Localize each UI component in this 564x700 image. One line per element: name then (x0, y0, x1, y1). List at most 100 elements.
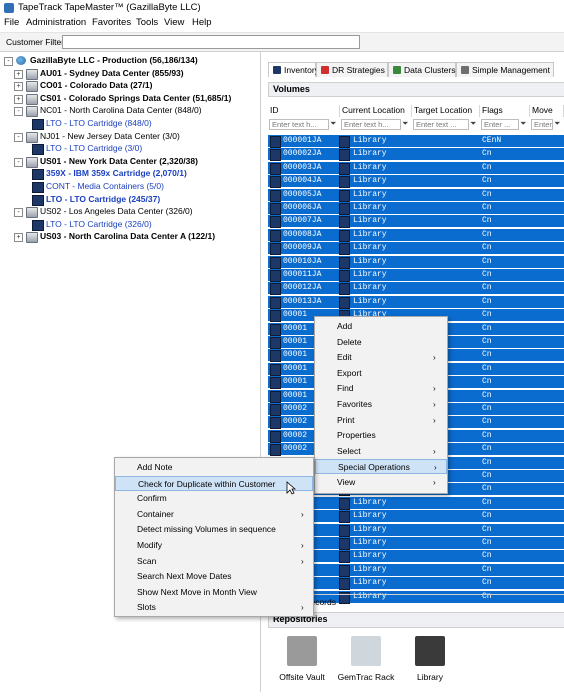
menu-item-export[interactable]: Export (315, 366, 447, 381)
column-header[interactable]: ID (268, 105, 340, 117)
library-icon (339, 511, 350, 524)
tree-node[interactable]: CONT - Media Containers (5/0) (2, 181, 258, 193)
menu-item-special-operations[interactable]: Special Operations › (315, 459, 447, 475)
tree-node[interactable]: LTO - LTO Cartridge (848/0) (2, 118, 258, 130)
tree-node[interactable]: - US01 - New York Data Center (2,320/38) (2, 156, 258, 168)
tree-node[interactable]: + US03 - North Carolina Data Center A (12… (2, 231, 258, 244)
column-header[interactable]: Move (530, 105, 564, 117)
menu-item-scan[interactable]: Scan › (115, 554, 313, 569)
column-filter-input[interactable]: Enter t... (531, 119, 553, 130)
menu-help[interactable]: Help (192, 17, 212, 28)
tree-node-label: LTO - LTO Cartridge (326/0) (46, 218, 152, 229)
menu-item-search-next-move-dates[interactable]: Search Next Move Dates (115, 569, 313, 584)
menu-item-container[interactable]: Container › (115, 507, 313, 522)
table-row[interactable]: 000012JA Library Cn (268, 282, 564, 296)
tree-node[interactable]: LTO - LTO Cartridge (3/0) (2, 143, 258, 156)
menu-favorites[interactable]: Favorites (92, 17, 131, 28)
tree-node[interactable]: + CS01 - Colorado Springs Data Center (51… (2, 93, 258, 105)
table-row[interactable]: 000006JA Library Cn (268, 202, 564, 215)
volume-flags: Cn (482, 390, 492, 400)
tab-label: Simple Management (472, 65, 550, 75)
repository-gemtrac-rack[interactable]: GemTrac Rack (336, 636, 396, 682)
menu-item-modify[interactable]: Modify › (115, 538, 313, 553)
tree-node[interactable]: - NC01 - North Carolina Data Center (848/… (2, 105, 258, 118)
table-row[interactable]: 000002JA Library Cn (268, 148, 564, 162)
menu-tools[interactable]: Tools (136, 17, 158, 28)
collapse-icon[interactable]: - (14, 107, 23, 117)
menu-administration[interactable]: Administration (26, 17, 86, 28)
menu-item-check-for-duplicate-within-customer[interactable]: Check for Duplicate within Customer (115, 475, 313, 491)
table-row[interactable]: 000009JA Library Cn (268, 242, 564, 256)
menu-view[interactable]: View (164, 17, 184, 28)
menu-item-confirm[interactable]: Confirm (115, 491, 313, 506)
tape-cartridge-icon (270, 323, 281, 336)
collapse-icon[interactable]: - (14, 132, 23, 142)
expand-icon[interactable]: + (14, 82, 23, 92)
filter-funnel-icon[interactable]: ⏷ (402, 120, 409, 128)
filter-funnel-icon[interactable]: ⏷ (554, 120, 561, 128)
tree-node[interactable]: + AU01 - Sydney Data Center (855/93) (2, 68, 258, 80)
menu-item-add-note[interactable]: Add Note (115, 460, 313, 475)
column-header[interactable]: Flags (480, 105, 530, 117)
collapse-icon[interactable]: - (4, 57, 13, 66)
menu-item-select[interactable]: Select › (315, 444, 447, 459)
column-header[interactable]: Target Location (412, 105, 480, 117)
table-row[interactable]: 000011JA Library Cn (268, 269, 564, 282)
menu-item-delete[interactable]: Delete (315, 335, 447, 350)
table-row[interactable]: 000005JA Library Cn (268, 188, 564, 202)
menu-item-show-next-move-in-month-view[interactable]: Show Next Move in Month View (115, 585, 313, 600)
expand-icon[interactable]: + (14, 233, 23, 243)
filter-funnel-icon[interactable]: ⏷ (330, 120, 337, 128)
customer-filter-label: Customer Filter (6, 37, 65, 47)
tab-simple-management[interactable]: Simple Management (456, 62, 554, 77)
expand-icon[interactable]: + (14, 69, 23, 79)
menu-item-print[interactable]: Print › (315, 413, 447, 428)
column-filter-input[interactable]: Enter text h... (269, 119, 329, 130)
tape-cartridge-icon (270, 363, 281, 376)
volume-id: 000013JA (283, 296, 322, 306)
tree-node[interactable]: 359X - IBM 359x Cartridge (2,070/1) (2, 168, 258, 181)
tab-dr-strategies[interactable]: DR Strategies (316, 62, 388, 77)
tab-inventory[interactable]: Inventory (268, 62, 319, 77)
tree-node[interactable]: - GazillaByte LLC - Production (56,186/13… (2, 55, 258, 67)
menu-item-slots[interactable]: Slots › (115, 600, 313, 615)
table-row[interactable]: 000001JA Library CEnN (268, 135, 564, 148)
expand-icon[interactable]: + (14, 94, 23, 104)
repository-offsite-vault[interactable]: Offsite Vault (272, 636, 332, 682)
volume-flags: Cn (482, 337, 492, 346)
tape-library-icon (415, 636, 445, 666)
menu-item-find[interactable]: Find › (315, 381, 447, 396)
tree-node[interactable]: LTO - LTO Cartridge (245/37) (2, 194, 258, 206)
repository-label: GemTrac Rack (337, 672, 395, 682)
table-row[interactable]: 000010JA Library Cn (268, 255, 564, 269)
column-filter-input[interactable]: Enter text h... (341, 119, 401, 130)
chevron-right-icon: › (301, 603, 304, 613)
table-row[interactable]: 000004JA Library Cn (268, 175, 564, 189)
tree-node[interactable]: - NJ01 - New Jersey Data Center (3/0) (2, 131, 258, 143)
column-header[interactable]: Current Location (340, 105, 412, 117)
collapse-icon[interactable]: - (14, 208, 23, 218)
collapse-icon[interactable]: - (14, 157, 23, 167)
table-row[interactable]: 000007JA Library Cn (268, 215, 564, 229)
tree-node[interactable]: - US02 - Los Angeles Data Center (326/0) (2, 206, 258, 219)
menu-item-favorites[interactable]: Favorites › (315, 397, 447, 412)
menu-item-add[interactable]: Add (315, 319, 447, 334)
column-filter-input[interactable]: Enter text ... (413, 119, 469, 130)
filter-funnel-icon[interactable]: ⏷ (520, 120, 527, 128)
customer-filter-input[interactable] (62, 35, 360, 49)
filter-funnel-icon[interactable]: ⏷ (470, 120, 477, 128)
table-row[interactable]: 000008JA Library Cn (268, 228, 564, 242)
menu-item-edit[interactable]: Edit › (315, 350, 447, 365)
table-row[interactable]: 000003JA Library Cn (268, 161, 564, 175)
menu-file[interactable]: File (4, 17, 19, 28)
menu-item-properties[interactable]: Properties (315, 428, 447, 443)
tree-node[interactable]: + CO01 - Colorado Data (27/1) (2, 80, 258, 93)
menu-item-detect-missing-volumes-in-sequence[interactable]: Detect missing Volumes in sequence (115, 522, 313, 537)
table-row[interactable]: 000013JA Library Cn (268, 295, 564, 309)
tab-data-clusters[interactable]: Data Clusters (388, 62, 456, 77)
menu-item-view[interactable]: View › (315, 475, 447, 490)
tree-node[interactable]: LTO - LTO Cartridge (326/0) (2, 219, 258, 231)
repository-library[interactable]: Library (400, 636, 460, 682)
chevron-right-icon: › (433, 384, 436, 394)
column-filter-input[interactable]: Enter ... (481, 119, 519, 130)
